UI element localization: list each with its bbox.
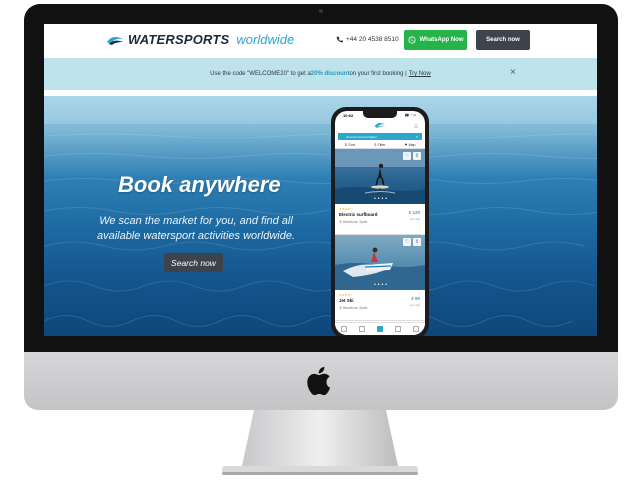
carousel-dots: • • • •: [374, 196, 388, 202]
listing-price: € 120: [408, 210, 420, 215]
try-now-link[interactable]: Try Now: [409, 71, 431, 77]
share-icon[interactable]: ⇪: [413, 152, 421, 160]
promo-banner: Use the code "WELCOME20" to get a 20% di…: [44, 58, 597, 90]
share-icon[interactable]: ⇪: [413, 238, 421, 246]
listing-image[interactable]: ♡ ⇪ • • • •: [335, 149, 425, 204]
listing-location: ⦿ Barcelona, Spain: [339, 306, 368, 310]
carousel-dots: • • • •: [374, 282, 388, 288]
app-search-text: Around current location: [346, 134, 378, 139]
phone-screen: 10:02 ▮▮ ◔ ▭ ☰ Around current location ×…: [335, 111, 425, 335]
hero-title: Book anywhere: [118, 172, 281, 197]
tab-search-icon[interactable]: [377, 326, 383, 332]
phone-notch: [363, 111, 397, 118]
listing-price-unit: per day: [409, 217, 420, 221]
camera-dot: [319, 9, 323, 13]
promo-suffix: on your first booking |: [349, 71, 407, 77]
hero-search-button[interactable]: Search now: [164, 253, 223, 272]
listing-location: ⦿ Barcelona, Spain: [339, 220, 368, 224]
sort-button[interactable]: ⇅ Sort: [344, 143, 355, 147]
map-button[interactable]: ⚑ Map: [404, 143, 415, 147]
rating-stars: ★★★★☆: [339, 207, 354, 211]
filter-button[interactable]: ⚲ Filter: [374, 143, 386, 147]
menu-icon[interactable]: ☰: [414, 124, 418, 130]
apple-logo-icon: [307, 366, 331, 396]
close-icon[interactable]: ×: [510, 67, 516, 78]
listing-price: € 90: [411, 296, 420, 301]
hero-section: Book anywhere We scan the market for you…: [44, 96, 597, 336]
search-now-button[interactable]: Search now: [476, 30, 530, 50]
rating-stars: ★★★★☆: [339, 293, 354, 297]
app-tab-bar: [335, 322, 425, 335]
website-screen: WATERSPORTS worldwide +44 20 4538 8510 W…: [44, 24, 597, 336]
promo-discount: 20% discount: [310, 71, 350, 77]
app-search-bar[interactable]: Around current location ×: [338, 133, 422, 140]
phone-time: 10:02: [343, 113, 354, 118]
wave-logo-icon: [107, 36, 123, 45]
brand-suffix: worldwide: [236, 32, 295, 47]
promo-prefix: Use the code "WELCOME20" to get a: [210, 71, 311, 77]
phone-number: +44 20 4538 8510: [346, 36, 399, 43]
imac-stand: [222, 410, 418, 475]
listing-card[interactable]: ★★★★☆ Electric surfboard ⦿ Barcelona, Sp…: [335, 204, 425, 235]
listing-actions: ♡ ⇪: [403, 238, 421, 246]
clear-search-icon[interactable]: ×: [416, 134, 418, 139]
app-filter-bar: ⇅ Sort ⚲ Filter ⚑ Map: [335, 141, 425, 149]
listing-image[interactable]: ♡ ⇪ • • • •: [335, 235, 425, 290]
tab-bookings-icon[interactable]: [395, 326, 401, 332]
listing-price-unit: per day: [409, 303, 420, 307]
phone-icon: [336, 36, 343, 43]
site-logo[interactable]: WATERSPORTS worldwide: [106, 32, 294, 47]
tab-home-icon[interactable]: [341, 326, 347, 332]
app-logo-icon: [374, 123, 386, 129]
phone-link[interactable]: +44 20 4538 8510: [336, 36, 399, 43]
tab-profile-icon[interactable]: [413, 326, 419, 332]
whatsapp-button[interactable]: WhatsApp Now: [404, 30, 467, 50]
heart-icon[interactable]: ♡: [403, 238, 411, 246]
heart-icon[interactable]: ♡: [403, 152, 411, 160]
brand-name: WATERSPORTS: [128, 32, 230, 47]
phone-status-icons: ▮▮ ◔ ▭: [405, 113, 417, 117]
top-navbar: WATERSPORTS worldwide +44 20 4538 8510 W…: [44, 24, 597, 58]
listing-title: Jet Ski: [339, 298, 354, 303]
whatsapp-label: WhatsApp Now: [419, 37, 464, 43]
hero-subtitle: We scan the market for you, and find all…: [96, 215, 296, 242]
phone-mockup: 10:02 ▮▮ ◔ ▭ ☰ Around current location ×…: [331, 107, 429, 336]
whatsapp-icon: [407, 36, 416, 44]
listing-actions: ♡ ⇪: [403, 152, 421, 160]
tab-favorites-icon[interactable]: [359, 326, 365, 332]
listing-title: Electric surfboard: [339, 212, 378, 217]
listing-card[interactable]: ★★★★☆ Jet Ski ⦿ Barcelona, Spain € 90 pe…: [335, 290, 425, 321]
imac-mockup: WATERSPORTS worldwide +44 20 4538 8510 W…: [0, 0, 640, 480]
